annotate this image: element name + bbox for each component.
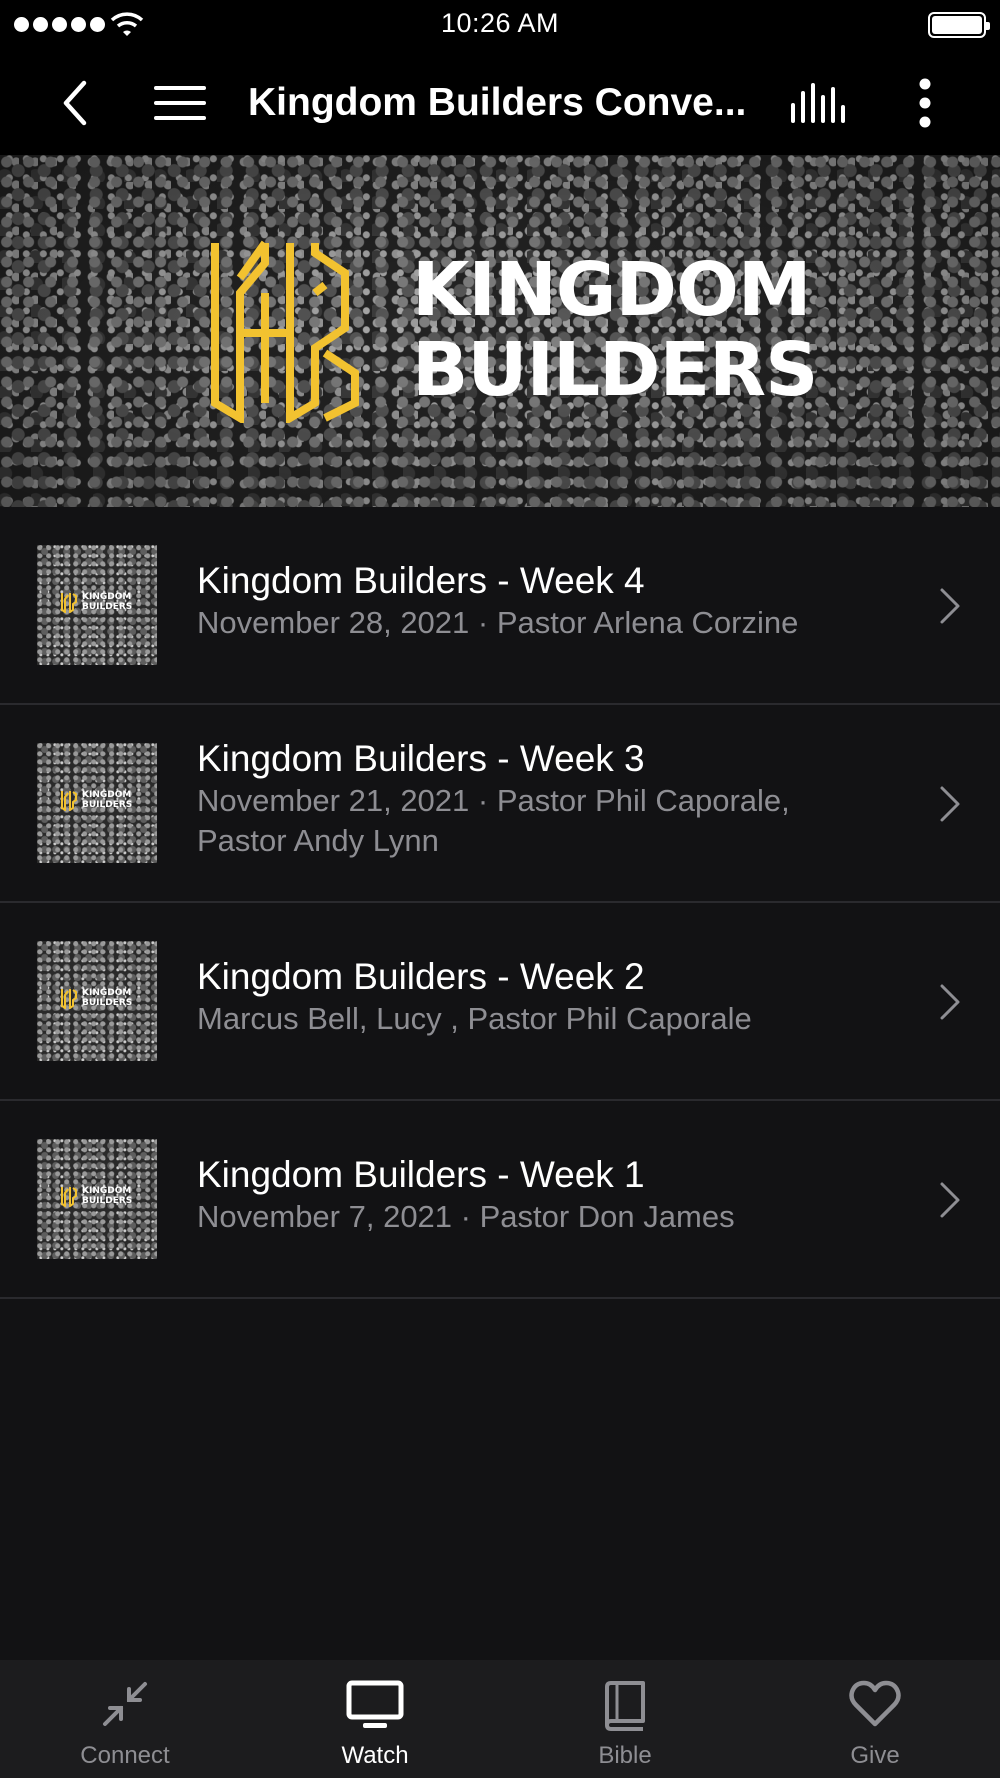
episode-title: Kingdom Builders - Week 2 <box>197 956 645 997</box>
episode-title: Kingdom Builders - Week 3 <box>197 738 645 779</box>
chevron-right-icon <box>940 786 960 822</box>
list-item-week-2[interactable]: KINGDOM BUILDERS Kingdom Builders - Week … <box>0 903 1000 1101</box>
tab-label: Connect <box>80 1742 170 1769</box>
vertical-ellipsis-icon <box>919 78 931 127</box>
chevron-left-icon <box>63 80 87 125</box>
battery-icon <box>928 12 990 38</box>
tab-give[interactable]: Give <box>750 1660 1000 1778</box>
chevron-right-icon <box>940 984 960 1020</box>
banner-title: KINGDOM BUILDERS <box>412 247 818 413</box>
page-title: Kingdom Builders Conve... <box>248 81 747 124</box>
navigation-bar: Kingdom Builders Conve... <box>0 50 1000 155</box>
kingdom-builders-logo <box>211 240 359 423</box>
tab-bar: Connect Watch Bible Give <box>0 1660 1000 1778</box>
episode-title: Kingdom Builders - Week 1 <box>197 1154 645 1195</box>
tv-icon <box>346 1680 404 1728</box>
chevron-right-icon <box>940 588 960 624</box>
tab-bible[interactable]: Bible <box>500 1660 750 1778</box>
back-button[interactable] <box>40 50 110 155</box>
menu-button[interactable] <box>140 50 220 155</box>
tab-label: Watch <box>341 1742 409 1769</box>
episode-title: Kingdom Builders - Week 4 <box>197 560 645 601</box>
episode-subtitle: November 7, 2021 · Pastor Don James <box>197 1199 735 1234</box>
tab-label: Bible <box>598 1742 652 1769</box>
hamburger-icon <box>154 85 206 120</box>
episode-thumbnail: KINGDOM BUILDERS <box>37 545 157 665</box>
audio-bars-icon <box>791 82 845 123</box>
banner-title-line1: KINGDOM <box>412 247 812 333</box>
tab-watch[interactable]: Watch <box>250 1660 500 1778</box>
episode-subtitle: Marcus Bell, Lucy , Pastor Phil Caporale <box>197 1001 752 1036</box>
episode-thumbnail: KINGDOM BUILDERS <box>37 941 157 1061</box>
more-options-button[interactable] <box>890 50 960 155</box>
audio-button[interactable] <box>780 50 856 155</box>
list-item-week-3[interactable]: KINGDOM BUILDERS Kingdom Builders - Week … <box>0 705 1000 903</box>
status-bar: 10:26 AM <box>0 0 1000 50</box>
episode-subtitle: November 21, 2021 · Pastor Phil Caporale… <box>197 783 790 818</box>
list-item-week-1[interactable]: KINGDOM BUILDERS Kingdom Builders - Week … <box>0 1101 1000 1299</box>
episode-thumbnail: KINGDOM BUILDERS <box>37 743 157 863</box>
tab-label: Give <box>850 1742 900 1769</box>
arrows-collapse-icon <box>103 1682 147 1726</box>
chevron-right-icon <box>940 1182 960 1218</box>
episode-subtitle-continued: Pastor Andy Lynn <box>197 823 439 858</box>
episode-list: KINGDOM BUILDERS Kingdom Builders - Week … <box>0 507 1000 1299</box>
status-time: 10:26 AM <box>440 8 560 38</box>
episode-subtitle: November 28, 2021 · Pastor Arlena Corzin… <box>197 605 799 640</box>
book-icon <box>605 1681 645 1731</box>
heart-icon <box>849 1680 901 1727</box>
tab-connect[interactable]: Connect <box>0 1660 250 1778</box>
episode-thumbnail: KINGDOM BUILDERS <box>37 1139 157 1259</box>
series-banner: KINGDOM BUILDERS <box>0 155 1000 507</box>
list-item-week-4[interactable]: KINGDOM BUILDERS Kingdom Builders - Week … <box>0 507 1000 705</box>
banner-title-line2: BUILDERS <box>412 327 818 413</box>
